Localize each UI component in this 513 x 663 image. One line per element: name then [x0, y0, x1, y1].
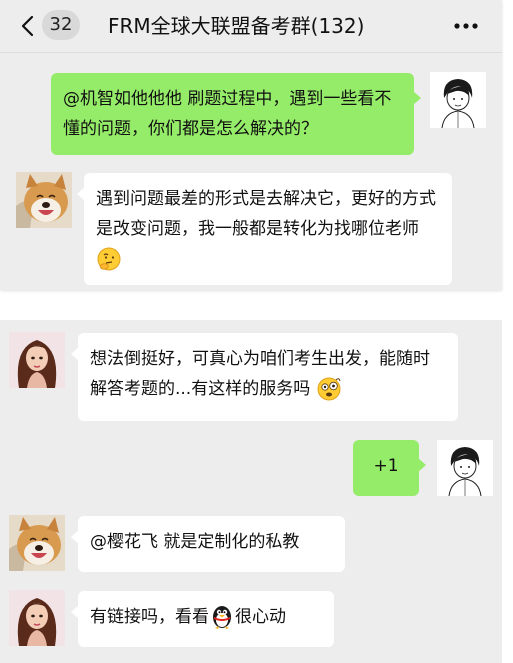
- message-text: @机智如他他他 刷题过程中，遇到一些看不懂的问题，你们都是怎么解决的？: [63, 89, 392, 139]
- message-bubble-other[interactable]: @樱花飞 就是定制化的私教: [71, 516, 345, 572]
- more-options-icon[interactable]: [452, 14, 480, 38]
- message-bubble-self[interactable]: +1: [353, 440, 426, 496]
- message-bubble-other[interactable]: 想法倒挺好，可真心为咱们考生出发，能随时解答考题的...有这样的服务吗: [71, 333, 458, 421]
- penguin-emoji-icon: [209, 604, 235, 630]
- message-bubble-other[interactable]: 遇到问题最差的形式是去解决它，更好的方式是改变问题，我一般都是转化为找哪位老师: [77, 173, 452, 285]
- thinking-emoji-icon: [96, 246, 122, 272]
- message-text: 遇到问题最差的形式是去解决它，更好的方式是改变问题，我一般都是转化为找哪位老师: [96, 189, 436, 239]
- chat-title: FRM全球大联盟备考群(132): [108, 14, 365, 38]
- message-bubble-self[interactable]: @机智如他他他 刷题过程中，遇到一些看不懂的问题，你们都是怎么解决的？: [51, 73, 421, 155]
- cartoon-boy-avatar[interactable]: [430, 72, 486, 128]
- shiba-dog-avatar[interactable]: [9, 515, 65, 571]
- chat-window-top: 32 FRM全球大联盟备考群(132) @机智如他他他 刷题过程中，遇到一些看不…: [0, 0, 502, 290]
- message-bubble-other[interactable]: 有链接吗，看看 很心动: [71, 591, 334, 647]
- chat-window-bottom: 想法倒挺好，可真心为咱们考生出发，能随时解答考题的...有这样的服务吗 +1 @…: [0, 320, 502, 663]
- back-arrow-icon[interactable]: [14, 12, 42, 40]
- chat-header: 32 FRM全球大联盟备考群(132): [0, 0, 502, 53]
- message-text: +1: [373, 456, 399, 476]
- cartoon-boy-avatar[interactable]: [437, 440, 493, 496]
- message-text-before: 有链接吗，看看: [90, 607, 209, 627]
- message-text-after: 很心动: [235, 607, 286, 627]
- shiba-dog-avatar[interactable]: [16, 172, 72, 228]
- unread-count-badge[interactable]: 32: [42, 10, 80, 40]
- girl-portrait-avatar[interactable]: [9, 332, 65, 388]
- message-text: @樱花飞 就是定制化的私教: [90, 532, 300, 552]
- confused-emoji-icon: [316, 376, 342, 402]
- girl-portrait-avatar[interactable]: [9, 590, 65, 646]
- message-text: 想法倒挺好，可真心为咱们考生出发，能随时解答考题的...有这样的服务吗: [90, 349, 430, 399]
